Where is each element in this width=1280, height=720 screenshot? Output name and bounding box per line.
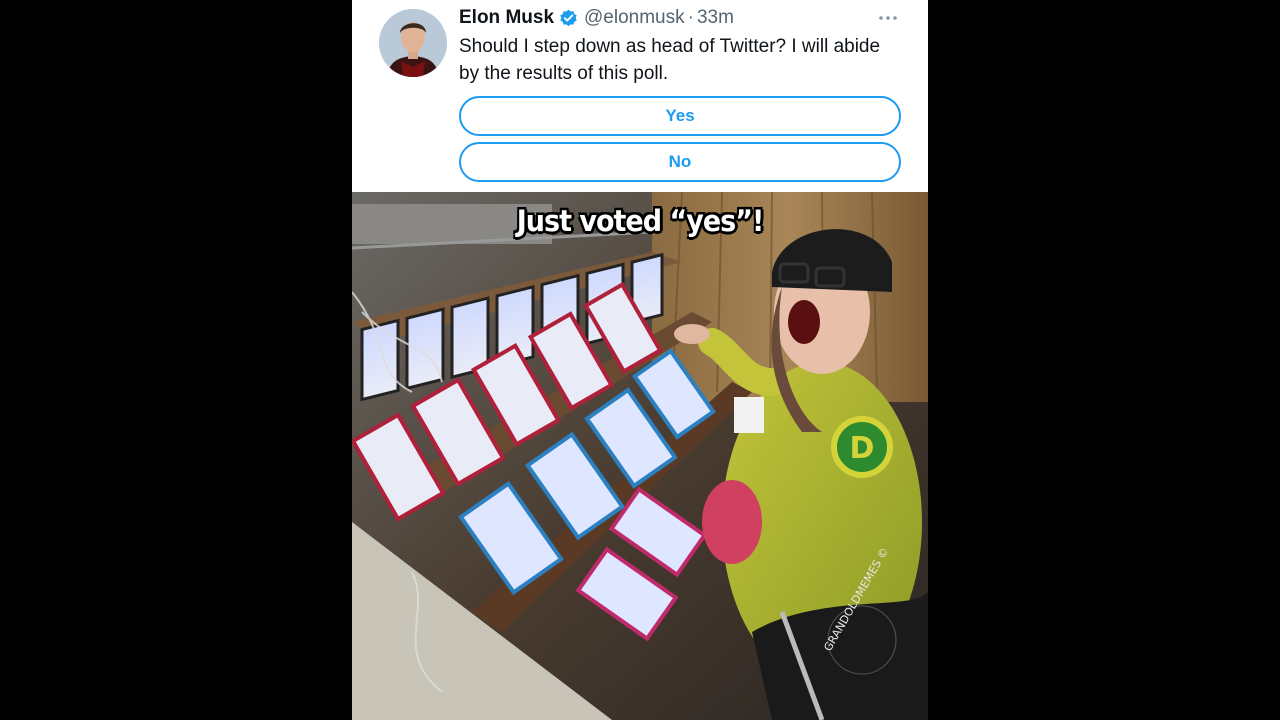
- poll-option-no[interactable]: No: [459, 142, 901, 182]
- tweet-header: Elon Musk @elonmusk · 33m: [459, 7, 734, 29]
- verified-badge-icon: [559, 9, 578, 28]
- badge-letter: D: [850, 431, 875, 466]
- poll-option-yes[interactable]: Yes: [459, 96, 901, 136]
- meme-illustration: D GRANDOLDMEMES ©: [352, 192, 928, 720]
- tweet-text: Should I step down as head of Twitter? I…: [459, 36, 881, 84]
- meme-image: D GRANDOLDMEMES © Just voted “yes”!: [352, 192, 928, 720]
- timestamp[interactable]: 33m: [697, 7, 734, 29]
- handle[interactable]: @elonmusk: [584, 7, 685, 29]
- content-frame: Elon Musk @elonmusk · 33m Should I step …: [352, 0, 928, 720]
- display-name[interactable]: Elon Musk: [459, 7, 554, 29]
- more-options-icon[interactable]: [876, 8, 900, 28]
- avatar[interactable]: [379, 9, 447, 77]
- separator-dot: ·: [687, 7, 694, 28]
- meme-caption: Just voted “yes”!: [516, 204, 765, 239]
- tweet-card[interactable]: Elon Musk @elonmusk · 33m Should I step …: [352, 0, 928, 192]
